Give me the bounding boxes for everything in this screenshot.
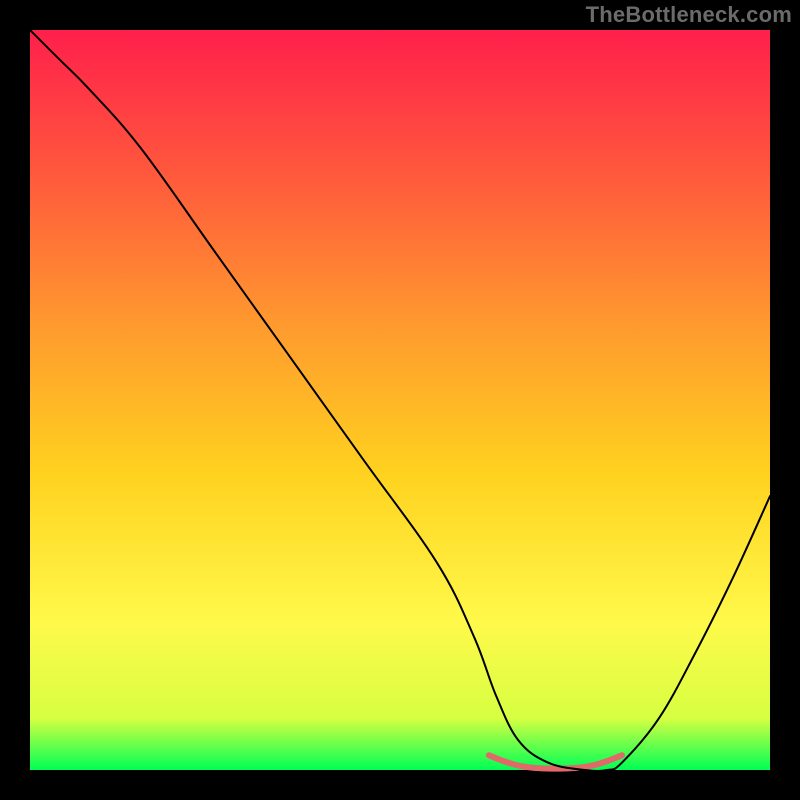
bottleneck-chart [0,0,800,800]
chart-frame: { "watermark": "TheBottleneck.com", "cha… [0,0,800,800]
plot-background [30,30,770,770]
watermark-text: TheBottleneck.com [586,2,792,28]
